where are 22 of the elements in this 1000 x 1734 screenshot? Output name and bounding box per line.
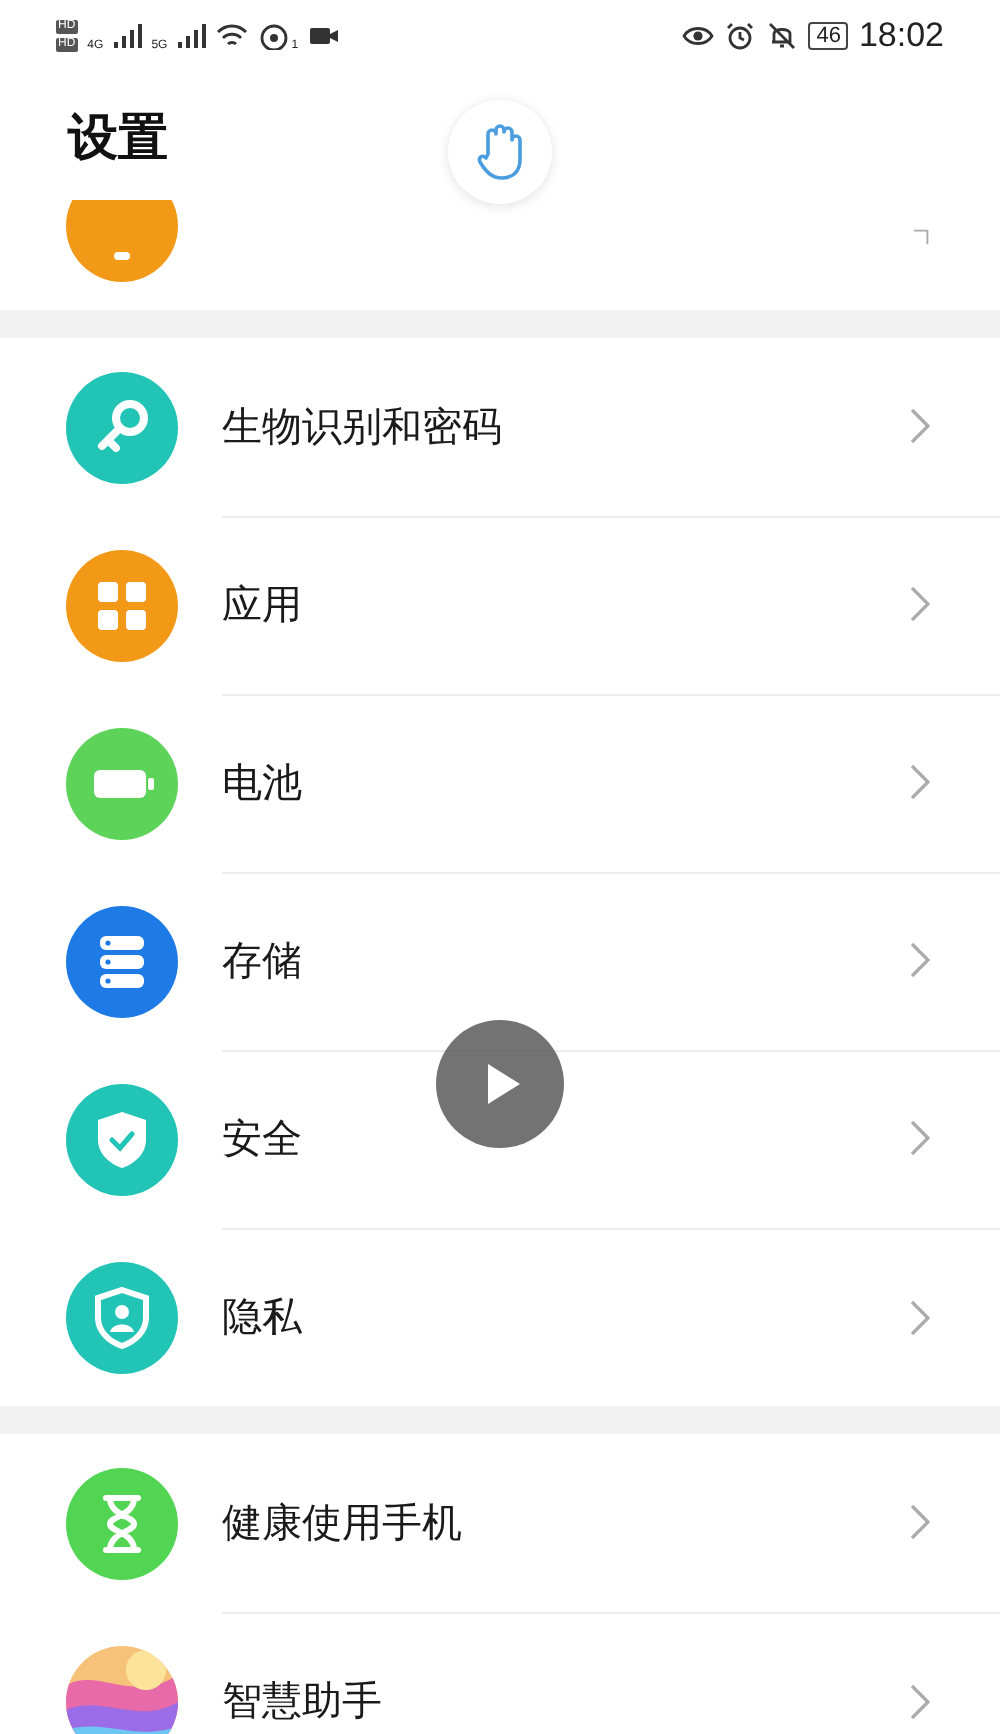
eye-icon — [682, 22, 715, 50]
signal-icon — [113, 24, 142, 48]
item-label: 健康使用手机 — [222, 1495, 462, 1549]
signal-icon — [177, 24, 206, 48]
assistant-icon — [66, 1645, 178, 1734]
video-icon — [308, 22, 341, 50]
gesture-button[interactable] — [448, 100, 552, 204]
bell-off-icon — [766, 22, 799, 50]
wifi-icon — [215, 22, 248, 50]
alarm-icon — [724, 22, 757, 50]
item-label: 应用 — [222, 577, 302, 631]
item-label: 生物识别和密码 — [222, 399, 502, 453]
hotspot-icon — [257, 22, 290, 50]
hand-icon — [474, 122, 526, 182]
page-title: 设置 — [68, 105, 168, 169]
item-label: 安全 — [222, 1111, 302, 1165]
item-label: 隐私 — [222, 1290, 302, 1344]
clock-time: 18:02 — [858, 16, 944, 56]
item-label: 存储 — [222, 933, 302, 987]
battery-level: 46 — [808, 22, 849, 50]
item-label: 电池 — [222, 755, 302, 809]
item-label: 智慧助手 — [222, 1674, 382, 1728]
